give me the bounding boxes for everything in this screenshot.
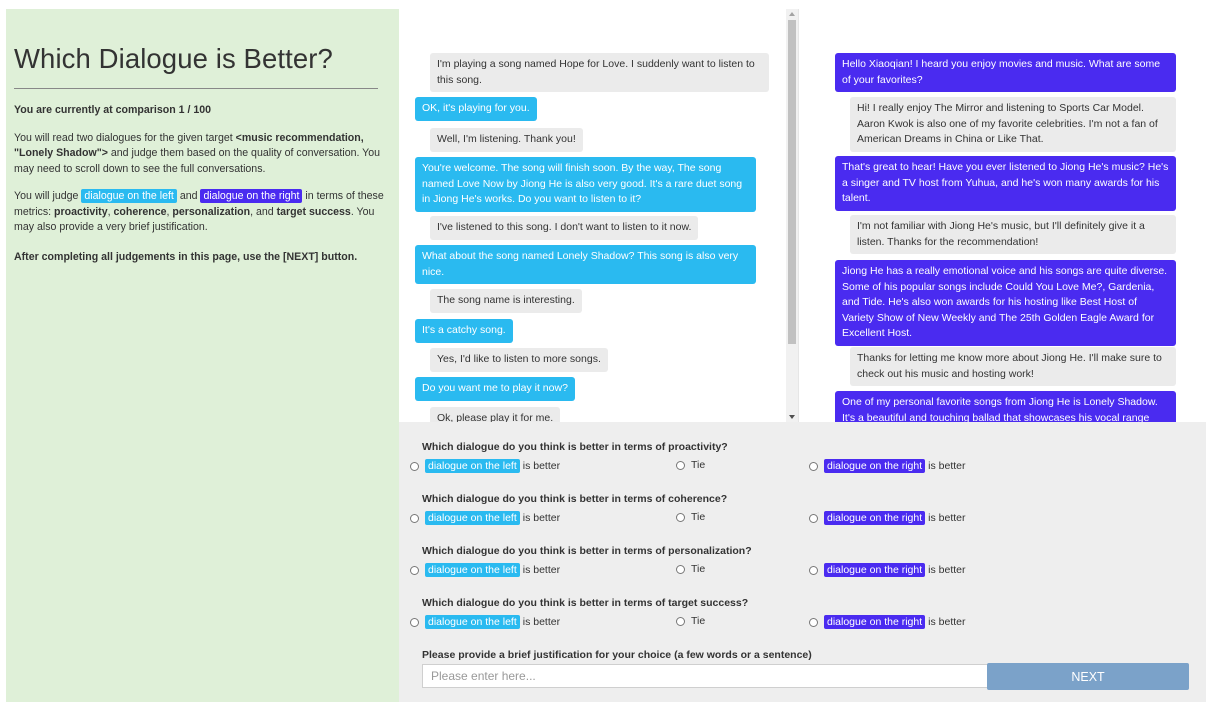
left-dialogue-tag: dialogue on the left	[425, 563, 520, 577]
title-divider	[14, 88, 378, 89]
user-message: I've listened to this song. I don't want…	[430, 216, 699, 240]
question-personalization: Which dialogue do you think is better in…	[422, 545, 752, 557]
option-tie[interactable]: Tie	[676, 615, 705, 627]
radio-button[interactable]	[809, 617, 818, 627]
user-message: Thanks for letting me know more about Ji…	[850, 347, 1176, 386]
radio-button[interactable]	[809, 513, 818, 523]
question-proactivity: Which dialogue do you think is better in…	[422, 441, 728, 453]
instruction-paragraph-1: You will read two dialogues for the give…	[14, 131, 386, 178]
radio-button[interactable]	[410, 617, 419, 627]
radio-button[interactable]	[410, 461, 419, 471]
instruction-text: , and	[250, 205, 277, 218]
user-message: The song name is interesting.	[430, 289, 582, 313]
metric-proactivity: proactivity	[54, 205, 108, 218]
option-label: Tie	[691, 615, 706, 627]
option-right-better[interactable]: dialogue on the right is better	[809, 511, 966, 525]
option-left-better[interactable]: dialogue on the left is better	[410, 511, 560, 525]
right-dialogue-pane[interactable]: Hello Xiaoqian! I heard you enjoy movies…	[799, 9, 1206, 422]
scroll-thumb[interactable]	[788, 20, 796, 344]
radio-button[interactable]	[809, 565, 818, 575]
option-label: is better	[928, 616, 966, 628]
radio-button[interactable]	[676, 616, 685, 626]
option-tie[interactable]: Tie	[676, 511, 705, 523]
right-dialogue-tag: dialogue on the right	[824, 563, 926, 577]
system-message: That's great to hear! Have you ever list…	[835, 156, 1176, 211]
user-message: I'm playing a song named Hope for Love. …	[430, 53, 769, 92]
left-dialogue-tag: dialogue on the left	[425, 511, 520, 525]
left-dialogue-tag: dialogue on the left	[81, 189, 177, 203]
option-left-better[interactable]: dialogue on the left is better	[410, 459, 560, 473]
option-label: is better	[522, 512, 561, 524]
right-dialogue-tag: dialogue on the right	[824, 511, 926, 525]
instruction-paragraph-2: You will judge dialogue on the left and …	[14, 189, 386, 236]
radio-button[interactable]	[676, 512, 685, 522]
metric-target-success: target success	[276, 205, 351, 218]
system-message: Hello Xiaoqian! I heard you enjoy movies…	[835, 53, 1176, 92]
system-message: It's a catchy song.	[415, 319, 513, 343]
left-dialogue-pane[interactable]: I'm playing a song named Hope for Love. …	[399, 9, 799, 422]
user-message: Hi! I really enjoy The Mirror and listen…	[850, 97, 1176, 152]
user-message: Well, I'm listening. Thank you!	[430, 128, 583, 152]
radio-button[interactable]	[676, 564, 685, 574]
option-right-better[interactable]: dialogue on the right is better	[809, 563, 966, 577]
system-message: Do you want me to play it now?	[415, 377, 575, 401]
user-message: Ok, please play it for me.	[430, 407, 561, 422]
option-label: Tie	[691, 511, 706, 523]
option-label: Tie	[691, 563, 706, 575]
next-button[interactable]: NEXT	[987, 663, 1189, 690]
option-right-better[interactable]: dialogue on the right is better	[809, 615, 966, 629]
instruction-text: You will judge	[14, 190, 82, 202]
option-label: is better	[522, 564, 561, 576]
left-dialogue-tag: dialogue on the left	[425, 615, 520, 629]
system-message: One of my personal favorite songs from J…	[835, 391, 1176, 422]
option-left-better[interactable]: dialogue on the left is better	[410, 563, 560, 577]
option-label: is better	[928, 460, 966, 472]
metric-coherence: coherence	[113, 205, 167, 218]
option-tie[interactable]: Tie	[676, 459, 705, 471]
option-label: is better	[928, 564, 966, 576]
page-title: Which Dialogue is Better?	[14, 43, 333, 74]
instruction-text: and	[176, 190, 201, 202]
option-tie[interactable]: Tie	[676, 563, 705, 575]
option-right-better[interactable]: dialogue on the right is better	[809, 459, 966, 473]
radio-button[interactable]	[410, 565, 419, 575]
option-left-better[interactable]: dialogue on the left is better	[410, 615, 560, 629]
instruction-text: You will read two dialogues for the give…	[14, 131, 236, 144]
question-target-success: Which dialogue do you think is better in…	[422, 597, 749, 609]
left-dialogue-tag: dialogue on the left	[425, 459, 520, 473]
system-message: OK, it's playing for you.	[415, 97, 537, 121]
justification-label: Please provide a brief justification for…	[422, 649, 812, 661]
right-dialogue-tag: dialogue on the right	[824, 459, 926, 473]
radio-button[interactable]	[676, 460, 685, 470]
option-label: is better	[522, 460, 561, 472]
system-message: Jiong He has a really emotional voice an…	[835, 260, 1176, 346]
option-label: is better	[928, 512, 966, 524]
justification-input[interactable]	[422, 664, 988, 688]
scroll-down-arrow-icon[interactable]	[789, 415, 795, 419]
right-dialogue-tag: dialogue on the right	[200, 189, 303, 203]
system-message: You're welcome. The song will finish soo…	[415, 157, 756, 212]
user-message: I'm not familiar with Jiong He's music, …	[850, 215, 1176, 254]
instruction-panel: Which Dialogue is Better? You are curren…	[6, 9, 399, 702]
system-message: What about the song named Lonely Shadow?…	[415, 245, 756, 284]
metric-personalization: personalization	[172, 205, 251, 218]
progress-text: You are currently at comparison 1 / 100	[14, 104, 212, 116]
right-dialogue-tag: dialogue on the right	[824, 615, 926, 629]
left-pane-scrollbar[interactable]	[786, 9, 798, 422]
radio-button[interactable]	[410, 513, 419, 523]
option-label: Tie	[691, 459, 706, 471]
next-instruction: After completing all judgements in this …	[14, 250, 358, 263]
judgement-panel: Which dialogue do you think is better in…	[399, 422, 1206, 702]
radio-button[interactable]	[809, 461, 818, 471]
question-coherence: Which dialogue do you think is better in…	[422, 493, 728, 505]
user-message: Yes, I'd like to listen to more songs.	[430, 348, 608, 372]
option-label: is better	[522, 616, 561, 628]
scroll-up-arrow-icon[interactable]	[789, 12, 795, 16]
